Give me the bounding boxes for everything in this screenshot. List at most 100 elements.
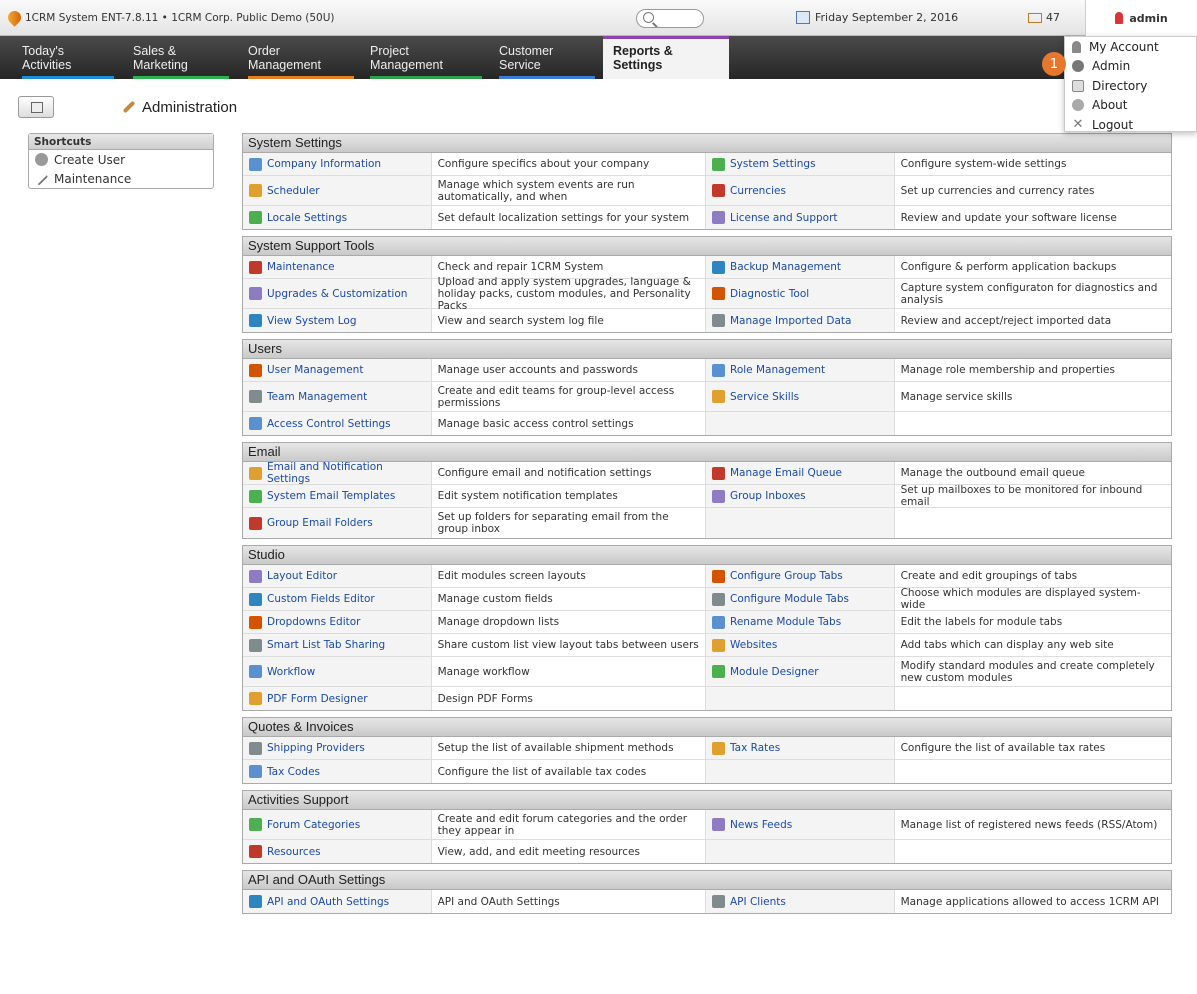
section: Activities Support Forum Categories Create… — [242, 790, 1172, 864]
link-label: Diagnostic Tool — [730, 287, 810, 300]
admin-link[interactable]: Currencies — [706, 176, 895, 205]
admin-link[interactable]: Diagnostic Tool — [706, 279, 895, 308]
module-menu-button[interactable] — [18, 96, 54, 118]
admin-link[interactable]: System Email Templates — [243, 485, 432, 507]
mail-indicator[interactable]: 47 — [1028, 11, 1060, 24]
menu-item-admin[interactable]: Admin — [1065, 57, 1196, 77]
admin-link[interactable]: Smart List Tab Sharing — [243, 634, 432, 656]
admin-link[interactable]: Tax Rates — [706, 737, 895, 759]
section: System Support Tools Maintenance Check and… — [242, 236, 1172, 333]
admin-link[interactable]: Company Information — [243, 153, 432, 175]
shortcut-maintenance[interactable]: Maintenance — [29, 169, 213, 188]
admin-description: Create and edit forum categories and the… — [431, 810, 706, 839]
admin-link[interactable]: API and OAuth Settings — [243, 890, 432, 913]
admin-description: Manage user accounts and passwords — [431, 359, 706, 381]
calendar-date[interactable]: Friday September 2, 2016 — [796, 11, 958, 24]
admin-link[interactable]: Locale Settings — [243, 206, 432, 229]
admin-link[interactable]: Service Skills — [706, 382, 895, 411]
tab-reports-settings[interactable]: Reports & Settings — [603, 36, 729, 79]
users-icon — [35, 153, 48, 166]
admin-link[interactable]: Shipping Providers — [243, 737, 432, 759]
admin-link[interactable]: Team Management — [243, 382, 432, 411]
description-text: Manage dropdown lists — [437, 616, 560, 628]
step-callout: 1 — [1042, 52, 1066, 76]
tab-color-strip — [22, 76, 114, 79]
admin-link[interactable]: Websites — [706, 634, 895, 656]
admin-link[interactable]: Rename Module Tabs — [706, 611, 895, 633]
menu-item-about[interactable]: About — [1065, 96, 1196, 116]
admin-link[interactable]: Resources — [243, 840, 432, 863]
menu-item-logout[interactable]: ✕ Logout — [1065, 115, 1196, 135]
admin-link[interactable]: Forum Categories — [243, 810, 432, 839]
table-row: Dropdowns Editor Manage dropdown lists Ren… — [243, 611, 1171, 634]
menu-item-directory[interactable]: Directory — [1065, 76, 1196, 96]
admin-link[interactable]: System Settings — [706, 153, 895, 175]
shortcut-create-user[interactable]: Create User — [29, 150, 213, 169]
description-text: Check and repair 1CRM System — [437, 261, 604, 273]
search-input[interactable] — [636, 9, 704, 28]
admin-description: Manage which system events are run autom… — [431, 176, 706, 205]
admin-link[interactable]: Group Email Folders — [243, 508, 432, 538]
description-text: Manage service skills — [900, 390, 1013, 403]
module-icon — [249, 363, 262, 377]
admin-link[interactable]: User Management — [243, 359, 432, 381]
admin-link[interactable]: API Clients — [706, 890, 895, 913]
link-label: Upgrades & Customization — [267, 287, 408, 300]
admin-link[interactable]: Backup Management — [706, 256, 895, 278]
table-row: PDF Form Designer Design PDF Forms — [243, 687, 1171, 710]
admin-link[interactable]: PDF Form Designer — [243, 687, 432, 710]
admin-link[interactable]: News Feeds — [706, 810, 895, 839]
admin-link[interactable]: Access Control Settings — [243, 412, 432, 435]
description-text: View, add, and edit meeting resources — [437, 845, 640, 858]
description-text: Edit modules screen layouts — [437, 570, 586, 582]
admin-link — [706, 760, 895, 783]
table-row: Team Management Create and edit teams for… — [243, 382, 1171, 412]
admin-link[interactable]: Group Inboxes — [706, 485, 895, 507]
admin-link[interactable]: View System Log — [243, 309, 432, 332]
admin-link[interactable]: Layout Editor — [243, 565, 432, 587]
admin-link[interactable]: Custom Fields Editor — [243, 588, 432, 610]
admin-description: Configure email and notification setting… — [431, 462, 706, 484]
logo-icon — [5, 8, 24, 27]
admin-link[interactable]: Workflow — [243, 657, 432, 686]
section-header: Users — [243, 340, 1171, 359]
admin-link[interactable]: Tax Codes — [243, 760, 432, 783]
admin-link[interactable]: Maintenance — [243, 256, 432, 278]
admin-link[interactable]: Configure Group Tabs — [706, 565, 895, 587]
tab-order-management[interactable]: Order Management — [248, 36, 354, 79]
module-icon — [249, 741, 262, 755]
description-text: Review and accept/reject imported data — [900, 314, 1112, 327]
module-icon — [712, 314, 725, 327]
admin-link[interactable]: Email and Notification Settings — [243, 461, 432, 485]
admin-link — [706, 840, 895, 863]
tab-sales-marketing[interactable]: Sales & Marketing — [133, 36, 229, 79]
link-label: Maintenance — [267, 261, 335, 273]
admin-link[interactable]: License and Support — [706, 206, 895, 229]
module-icon — [249, 765, 262, 778]
tab-todays-activities[interactable]: Today's Activities — [22, 36, 114, 79]
description-text: Manage applications allowed to access 1C… — [900, 895, 1160, 908]
admin-link[interactable]: Module Designer — [706, 657, 895, 686]
admin-link[interactable]: Dropdowns Editor — [243, 611, 432, 633]
table-row: System Email Templates Edit system notifi… — [243, 484, 1171, 508]
admin-link[interactable]: Role Management — [706, 359, 895, 381]
user-menu-button[interactable]: admin — [1085, 0, 1197, 36]
admin-link[interactable]: Manage Email Queue — [706, 462, 895, 484]
admin-description: Manage dropdown lists — [431, 611, 706, 633]
link-label: Team Management — [267, 390, 368, 403]
module-icon — [249, 314, 262, 327]
admin-link[interactable]: Configure Module Tabs — [706, 588, 895, 610]
menu-item-label: My Account — [1089, 39, 1159, 54]
admin-description: Manage basic access control settings — [431, 412, 706, 435]
module-icon — [249, 211, 262, 224]
admin-description: Create and edit teams for group-level ac… — [431, 382, 706, 411]
admin-link[interactable]: Manage Imported Data — [706, 309, 895, 332]
tab-customer-service[interactable]: Customer Service — [499, 36, 595, 79]
admin-link[interactable]: Upgrades & Customization — [243, 279, 432, 308]
menu-item-my-account[interactable]: My Account — [1065, 37, 1196, 57]
description-text: Configure & perform application backups — [900, 261, 1117, 273]
admin-link[interactable]: Scheduler — [243, 176, 432, 205]
tab-project-management[interactable]: Project Management — [370, 36, 482, 79]
user-dropdown-menu: My Account Admin Directory About ✕ Logout — [1064, 36, 1197, 132]
link-label: Tax Rates — [730, 742, 781, 754]
